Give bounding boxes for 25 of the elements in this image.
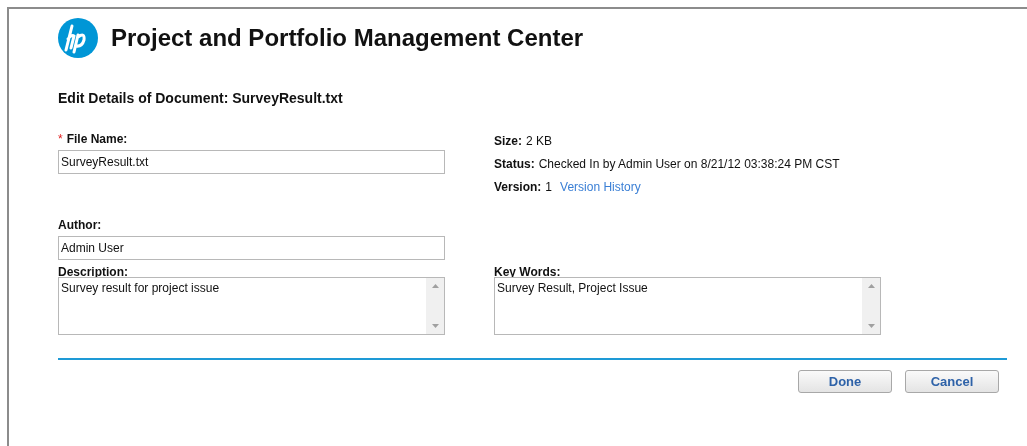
scroll-up-icon[interactable] [431,284,439,288]
text-field[interactable]: Admin User [58,236,445,260]
field-label: Author: [58,217,102,234]
info-value: 2 KB [526,132,553,150]
scrollbar[interactable] [862,278,880,334]
version-history-link[interactable]: Version History [560,177,641,196]
info-value: Checked In by Admin User on 8/21/12 03:38:24 PM CST [538,155,840,173]
logo-icon [58,18,98,58]
text-field[interactable]: SurveyResult.txt [58,150,445,174]
info-label: Status: [494,155,535,173]
scroll-up-icon[interactable] [867,284,875,288]
info-value: 1 [545,178,553,196]
field-label: File Name: [66,131,128,148]
info-label: Size: [494,132,522,150]
dialog-button[interactable]: Done [798,370,892,393]
dialog-button[interactable]: Cancel [905,370,999,393]
required-asterisk: * [58,131,63,148]
page-heading: Edit Details of Document: SurveyResult.txt [58,89,344,108]
text-area[interactable]: Survey result for project issue [58,277,445,335]
text-area[interactable]: Survey Result, Project Issue [494,277,881,335]
info-label: Version: [494,178,542,196]
app-title: Project and Portfolio Management Center [111,23,584,53]
scroll-down-icon[interactable] [431,324,439,328]
scroll-down-icon[interactable] [867,324,875,328]
scrollbar[interactable] [426,278,444,334]
